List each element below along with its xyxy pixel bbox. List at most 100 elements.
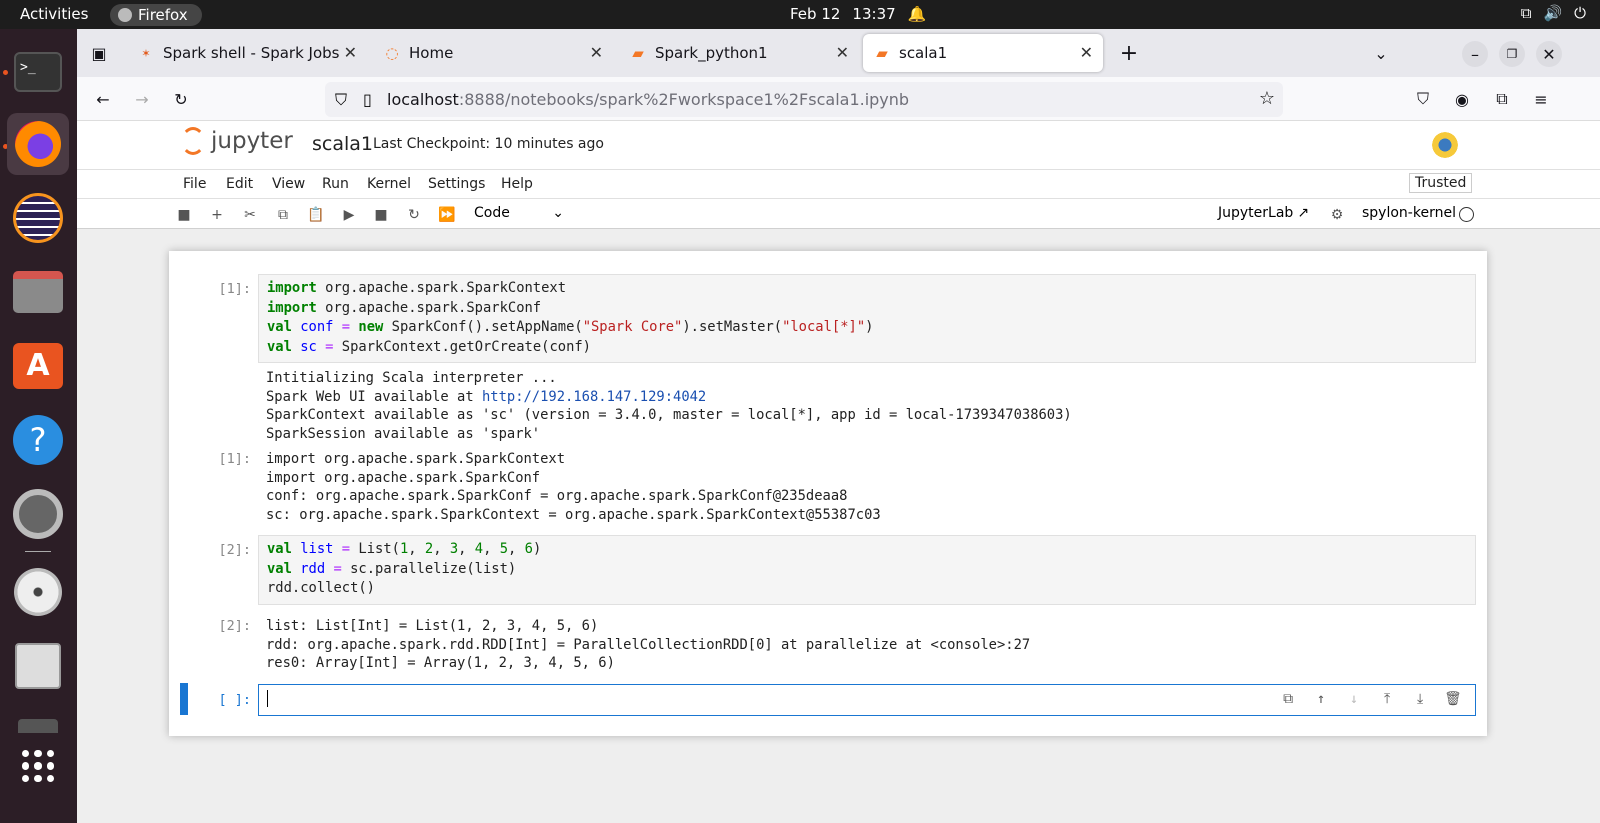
open-jupyterlab-link[interactable]: JupyterLab ↗	[1218, 205, 1309, 221]
active-code-cell-input[interactable]: ⧉ ↑ ↓ ⤒ ⤓ 🗑	[258, 684, 1476, 716]
minimize-button[interactable]: –	[1462, 41, 1488, 67]
menu-view[interactable]: View	[272, 176, 305, 192]
url-host: localhost	[387, 90, 459, 109]
fast-forward-icon[interactable]: ⏩	[437, 205, 457, 225]
tab-spark-python1[interactable]: ▰ Spark_python1 ✕	[619, 34, 859, 72]
menu-settings[interactable]: Settings	[428, 176, 485, 192]
execute-result: list: List[Int] = List(1, 2, 3, 4, 5, 6)…	[266, 618, 1031, 672]
close-window-button[interactable]: ✕	[1536, 41, 1562, 67]
code-cell-input[interactable]: import org.apache.spark.SparkContext imp…	[258, 274, 1476, 363]
jupyter-logo-text: jupyter	[211, 128, 293, 154]
active-app-indicator[interactable]: Firefox	[110, 4, 202, 26]
close-icon[interactable]: ✕	[344, 43, 357, 62]
dock-firefox[interactable]	[7, 113, 69, 175]
save-icon[interactable]: ■	[174, 205, 194, 225]
duplicate-cell-icon[interactable]: ⧉	[1278, 690, 1298, 710]
tab-overview-icon[interactable]: ▣	[87, 41, 111, 65]
hamburger-menu-icon[interactable]: ≡	[1529, 87, 1553, 111]
reload-icon[interactable]: ↻	[169, 87, 193, 111]
insert-below-icon[interactable]: ⤓	[1410, 690, 1430, 710]
menu-run[interactable]: Run	[322, 176, 349, 192]
dock-help[interactable]: ?	[7, 409, 69, 471]
dock-save[interactable]	[7, 635, 69, 697]
spark-web-ui-link[interactable]: http://192.168.147.129:4042	[482, 389, 706, 405]
menu-file[interactable]: File	[183, 176, 206, 192]
tab-bar: ▣ ✶ Spark shell - Spark Jobs ✕ ◌ Home ✕ …	[77, 29, 1600, 77]
show-apps-button[interactable]	[7, 735, 69, 797]
tab-label: Home	[409, 44, 454, 62]
url-bar[interactable]: ⛉ ▯ localhost:8888/notebooks/spark%2Fwor…	[325, 82, 1283, 117]
insert-cell-plus-icon[interactable]: +	[207, 205, 227, 225]
jupyter-header: jupyter scala1 Last Checkpoint: 10 minut…	[77, 121, 1600, 169]
stop-icon[interactable]: ■	[371, 205, 391, 225]
extensions-icon[interactable]: ⧉	[1490, 87, 1514, 111]
network-icon: ⧉	[1520, 4, 1532, 22]
move-down-arrow-icon[interactable]: ↓	[1344, 690, 1364, 710]
restart-icon[interactable]: ↻	[404, 205, 424, 225]
cell-input-prompt: [2]:	[218, 542, 251, 558]
floppy-disk-icon	[15, 643, 61, 689]
dock-files[interactable]	[7, 261, 69, 323]
back-arrow-icon[interactable]: ←	[91, 87, 115, 111]
kernel-name[interactable]: spylon-kernel	[1362, 205, 1456, 221]
trusted-indicator[interactable]: Trusted	[1409, 173, 1473, 193]
copy-icon[interactable]: ⧉	[273, 205, 293, 225]
spark-icon: ✶	[141, 46, 151, 60]
menu-edit[interactable]: Edit	[226, 176, 253, 192]
insert-above-icon[interactable]: ⤒	[1377, 690, 1397, 710]
code-cell-input[interactable]: val list = List(1, 2, 3, 4, 5, 6) val rd…	[258, 535, 1476, 605]
maximize-button[interactable]: ❐	[1499, 41, 1525, 67]
paste-icon[interactable]: 📋	[306, 205, 326, 225]
cell-input-prompt: [1]:	[218, 281, 251, 297]
tab-spark-jobs[interactable]: ✶ Spark shell - Spark Jobs ✕	[127, 34, 367, 72]
dock-settings[interactable]	[7, 483, 69, 545]
account-icon[interactable]: ◉	[1450, 87, 1474, 111]
notebook-panel: [1]: import org.apache.spark.SparkContex…	[169, 251, 1487, 736]
chevron-down-icon: ⌄	[552, 205, 564, 221]
volume-icon: 🔊	[1543, 4, 1563, 22]
list-all-tabs-chevron-icon[interactable]: ⌄	[1369, 41, 1393, 65]
jupyter-page: jupyter scala1 Last Checkpoint: 10 minut…	[77, 121, 1600, 823]
terminal-icon: >_	[14, 52, 62, 92]
close-icon[interactable]: ✕	[1080, 43, 1093, 62]
url-path: :8888/notebooks/spark%2Fworkspace1%2Fsca…	[458, 90, 910, 109]
tab-label: Spark_python1	[655, 44, 768, 62]
dock-eclipse[interactable]	[7, 187, 69, 249]
jupyter-logo[interactable]: jupyter	[181, 127, 293, 155]
close-icon[interactable]: ✕	[590, 43, 603, 62]
active-cell-indicator	[180, 683, 188, 715]
firefox-window: ▣ ✶ Spark shell - Spark Jobs ✕ ◌ Home ✕ …	[77, 29, 1600, 823]
pocket-icon[interactable]: ⛉	[1411, 87, 1435, 111]
cell-toolbar: ⧉ ↑ ↓ ⤒ ⤓ 🗑	[1278, 690, 1463, 710]
bookmark-star-icon[interactable]: ☆	[1259, 88, 1275, 109]
menu-kernel[interactable]: Kernel	[367, 176, 411, 192]
dock-app-center[interactable]: A	[7, 335, 69, 397]
cut-icon[interactable]: ✂	[240, 205, 260, 225]
app-grid-icon	[22, 750, 54, 782]
app-center-icon: A	[13, 343, 63, 389]
run-icon[interactable]: ▶	[339, 205, 359, 225]
clock[interactable]: Feb 12 13:37 🔔	[790, 5, 926, 23]
firefox-icon	[15, 121, 61, 167]
forward-arrow-icon[interactable]: →	[130, 87, 154, 111]
delete-cell-trash-icon[interactable]: 🗑	[1443, 690, 1463, 710]
tab-home[interactable]: ◌ Home ✕	[373, 34, 613, 72]
tab-label: Spark shell - Spark Jobs	[163, 44, 340, 62]
dock-terminal[interactable]: >_	[7, 41, 69, 103]
kernel-logo-icon	[1430, 130, 1460, 160]
cell-input-prompt: [ ]:	[218, 692, 251, 708]
move-up-arrow-icon[interactable]: ↑	[1311, 690, 1331, 710]
notebook-title[interactable]: scala1	[312, 133, 373, 155]
tab-label: scala1	[899, 44, 948, 62]
kernel-gear-icon: ⚙	[1330, 207, 1344, 223]
close-icon[interactable]: ✕	[836, 43, 849, 62]
system-menu[interactable]: ⧉ 🔊 ⏻	[1521, 4, 1586, 22]
system-top-bar: Activities Firefox Feb 12 13:37 🔔 ⧉ 🔊 ⏻	[0, 0, 1600, 29]
activities-button[interactable]: Activities	[20, 5, 88, 23]
dock-disc[interactable]	[7, 561, 69, 623]
new-tab-button[interactable]: +	[1117, 41, 1141, 66]
cell-type-select[interactable]: Code ⌄	[474, 205, 564, 221]
menu-bar: File Edit View Run Kernel Settings Help …	[77, 169, 1600, 198]
menu-help[interactable]: Help	[501, 176, 533, 192]
tab-scala1[interactable]: ▰ scala1 ✕	[863, 34, 1103, 72]
